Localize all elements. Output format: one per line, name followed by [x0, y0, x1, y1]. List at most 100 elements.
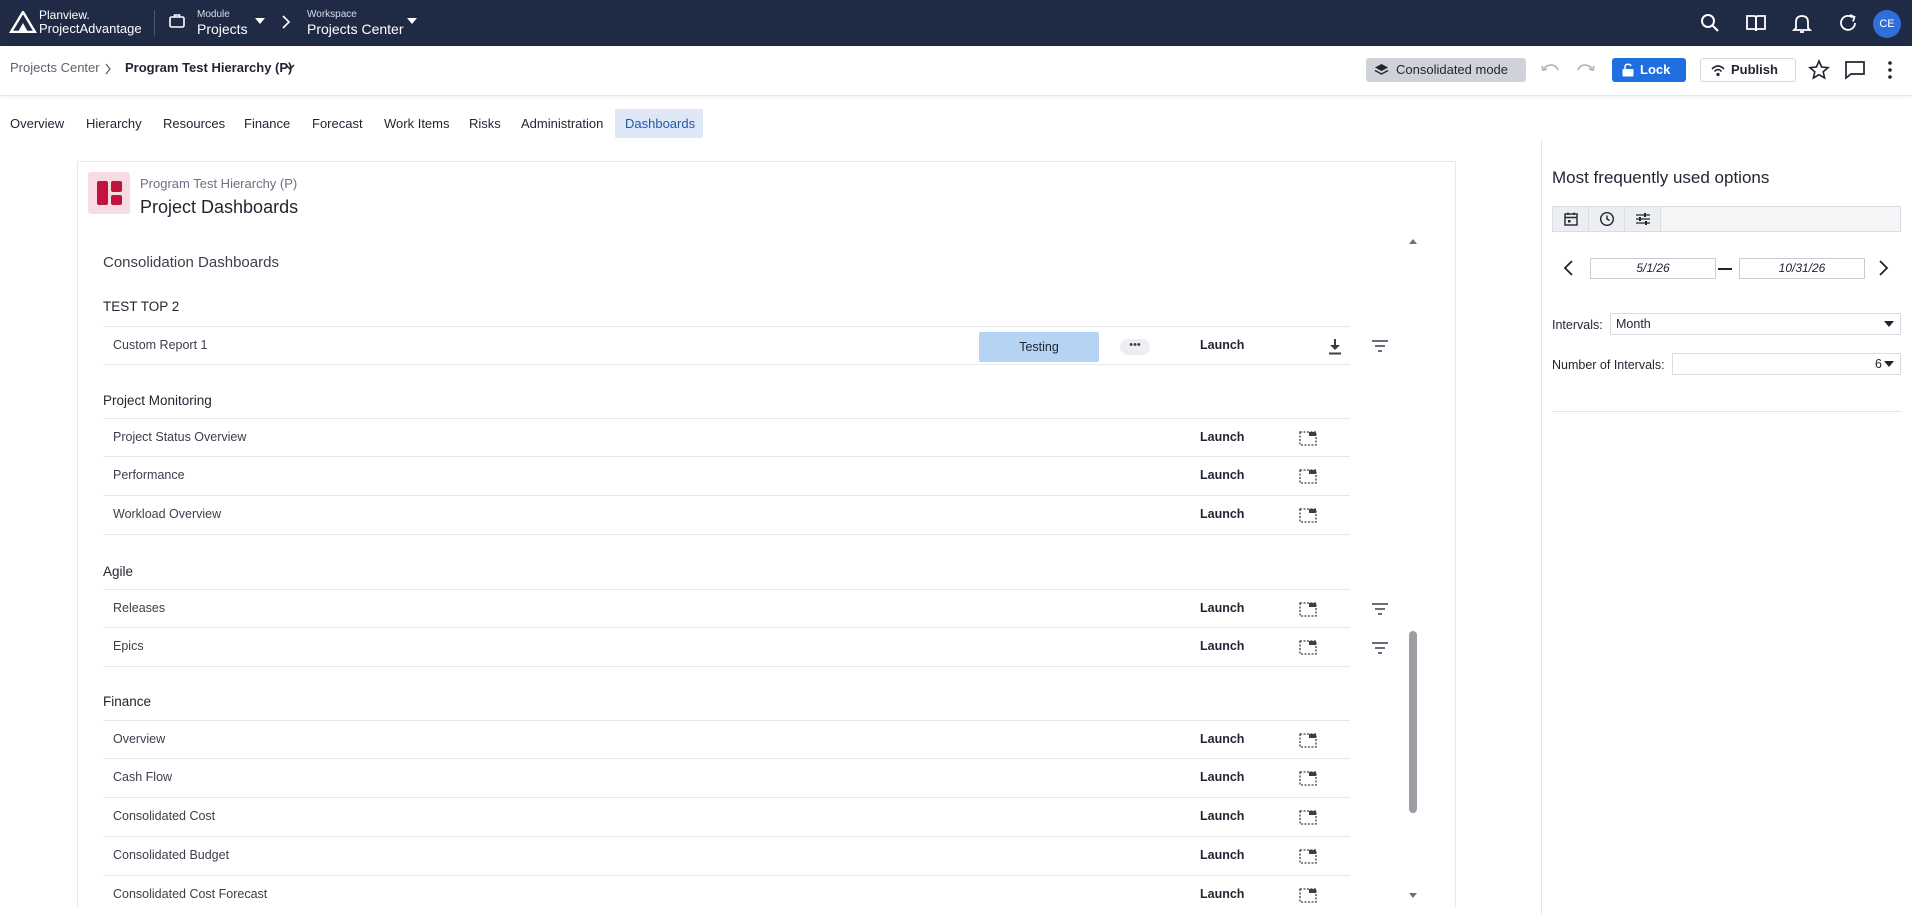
date-from-input[interactable]: 5/1/26 [1590, 258, 1716, 279]
tab-hierarchy[interactable]: Hierarchy [76, 109, 152, 138]
tab-overview[interactable]: Overview [0, 109, 74, 138]
more-vertical-icon[interactable] [1878, 58, 1902, 82]
scroll-down-icon[interactable] [1407, 891, 1419, 901]
card-subtitle: Program Test Hierarchy (P) [140, 176, 298, 191]
right-panel-tabs [1552, 206, 1901, 232]
topbar-divider [154, 10, 155, 36]
consolidation-dashboards-heading: Consolidation Dashboards [103, 254, 279, 271]
list-item: Custom Report 1 Testing ••• Launch [103, 326, 1350, 365]
frame-icon[interactable] [1299, 848, 1317, 864]
lock-button[interactable]: Lock [1612, 58, 1686, 82]
launch-link[interactable]: Launch [1200, 848, 1244, 862]
workspace-switcher[interactable]: Workspace Projects Center [307, 9, 403, 38]
frame-icon[interactable] [1299, 732, 1317, 748]
section-heading: TEST TOP 2 [103, 299, 180, 314]
workspace-caption: Workspace [307, 9, 357, 20]
caret-down-icon [1884, 361, 1894, 367]
scroll-up-icon[interactable] [1407, 236, 1419, 246]
page-title: Project Dashboards [140, 197, 299, 217]
intervals-value: Month [1616, 317, 1651, 331]
intervals-select[interactable]: Month [1610, 313, 1901, 335]
search-icon[interactable] [1698, 11, 1722, 35]
list-item: Consolidated Cost Forecast Launch [103, 876, 1350, 904]
testing-tag[interactable]: Testing [979, 332, 1099, 362]
launch-link[interactable]: Launch [1200, 732, 1244, 746]
list-item: Consolidated Cost Launch [103, 798, 1350, 837]
tab-dashboards[interactable]: Dashboards [615, 109, 703, 138]
filter-icon[interactable] [1371, 338, 1389, 354]
vertical-scrollbar[interactable] [1407, 236, 1419, 902]
avatar[interactable]: CE [1873, 10, 1901, 38]
top-bar: Planview. ProjectAdvantage Module Projec… [0, 0, 1912, 46]
section-heading: Project Monitoring [103, 393, 212, 408]
filter-icon[interactable] [1371, 640, 1389, 656]
launch-link[interactable]: Launch [1200, 601, 1244, 615]
launch-link[interactable]: Launch [1200, 507, 1244, 521]
tab-administration[interactable]: Administration [511, 109, 613, 138]
list-item: Cash Flow Launch [103, 759, 1350, 798]
briefcase-icon [169, 14, 185, 28]
brand-line-1: Planview. [39, 8, 90, 22]
frame-icon[interactable] [1299, 507, 1317, 523]
tab-risks[interactable]: Risks [459, 109, 511, 138]
next-period-icon[interactable] [1876, 259, 1890, 277]
dashboard-name: Releases [113, 601, 166, 615]
consolidated-mode-button[interactable]: Consolidated mode [1366, 58, 1526, 82]
tab-clock[interactable] [1589, 207, 1625, 231]
tab-resources[interactable]: Resources [153, 109, 235, 138]
launch-link[interactable]: Launch [1200, 430, 1244, 444]
date-to-input[interactable]: 10/31/26 [1739, 258, 1865, 279]
breadcrumb-current[interactable]: Program Test Hierarchy (P) [125, 60, 292, 75]
launch-link[interactable]: Launch [1200, 887, 1244, 901]
previous-period-icon[interactable] [1562, 259, 1576, 277]
filter-icon[interactable] [1371, 601, 1389, 617]
list-item: Overview Launch [103, 720, 1350, 759]
tab-calendar[interactable] [1553, 207, 1589, 231]
breadcrumb-root[interactable]: Projects Center [10, 60, 100, 75]
redo-icon[interactable] [1574, 58, 1598, 82]
number-of-intervals-select[interactable]: 6 [1672, 353, 1901, 375]
bell-icon[interactable] [1790, 11, 1814, 35]
frame-icon[interactable] [1299, 430, 1317, 446]
brand-logo-text[interactable]: Planview. ProjectAdvantage [39, 8, 142, 36]
frame-icon[interactable] [1299, 601, 1317, 617]
consolidated-mode-label: Consolidated mode [1396, 62, 1509, 77]
launch-link[interactable]: Launch [1200, 639, 1244, 653]
list-item: Releases Launch [103, 589, 1350, 628]
frame-icon[interactable] [1299, 887, 1317, 903]
more-options-button[interactable]: ••• [1120, 339, 1150, 355]
dashboard-name: Custom Report 1 [113, 338, 208, 352]
chevron-down-icon[interactable] [284, 61, 296, 73]
module-switcher[interactable]: Module Projects [197, 9, 248, 38]
undo-icon[interactable] [1538, 58, 1562, 82]
tab-finance[interactable]: Finance [234, 109, 300, 138]
right-panel-title: Most frequently used options [1552, 168, 1770, 187]
star-icon[interactable] [1807, 58, 1831, 82]
frame-icon[interactable] [1299, 468, 1317, 484]
book-icon[interactable] [1744, 11, 1768, 35]
launch-link[interactable]: Launch [1200, 338, 1244, 352]
calendar-icon [1564, 212, 1578, 226]
caret-down-icon[interactable] [406, 17, 418, 25]
launch-link[interactable]: Launch [1200, 809, 1244, 823]
publish-label: Publish [1731, 62, 1778, 77]
refresh-icon[interactable] [1836, 11, 1860, 35]
caret-down-icon[interactable] [254, 17, 266, 25]
dashboard-name: Performance [113, 468, 185, 482]
dashboard-name: Epics [113, 639, 144, 653]
dashboard-name: Cash Flow [113, 770, 173, 784]
list-item: Performance Launch [103, 457, 1350, 496]
scrollbar-thumb[interactable] [1409, 631, 1417, 813]
frame-icon[interactable] [1299, 639, 1317, 655]
comment-icon[interactable] [1843, 58, 1867, 82]
launch-link[interactable]: Launch [1200, 468, 1244, 482]
launch-link[interactable]: Launch [1200, 770, 1244, 784]
tab-forecast[interactable]: Forecast [302, 109, 373, 138]
publish-button[interactable]: Publish [1700, 58, 1796, 82]
frame-icon[interactable] [1299, 809, 1317, 825]
tab-work-items[interactable]: Work Items [374, 109, 460, 138]
download-icon[interactable] [1327, 338, 1343, 356]
frame-icon[interactable] [1299, 770, 1317, 786]
chevron-right-icon [105, 63, 111, 75]
tab-settings[interactable] [1625, 207, 1661, 231]
